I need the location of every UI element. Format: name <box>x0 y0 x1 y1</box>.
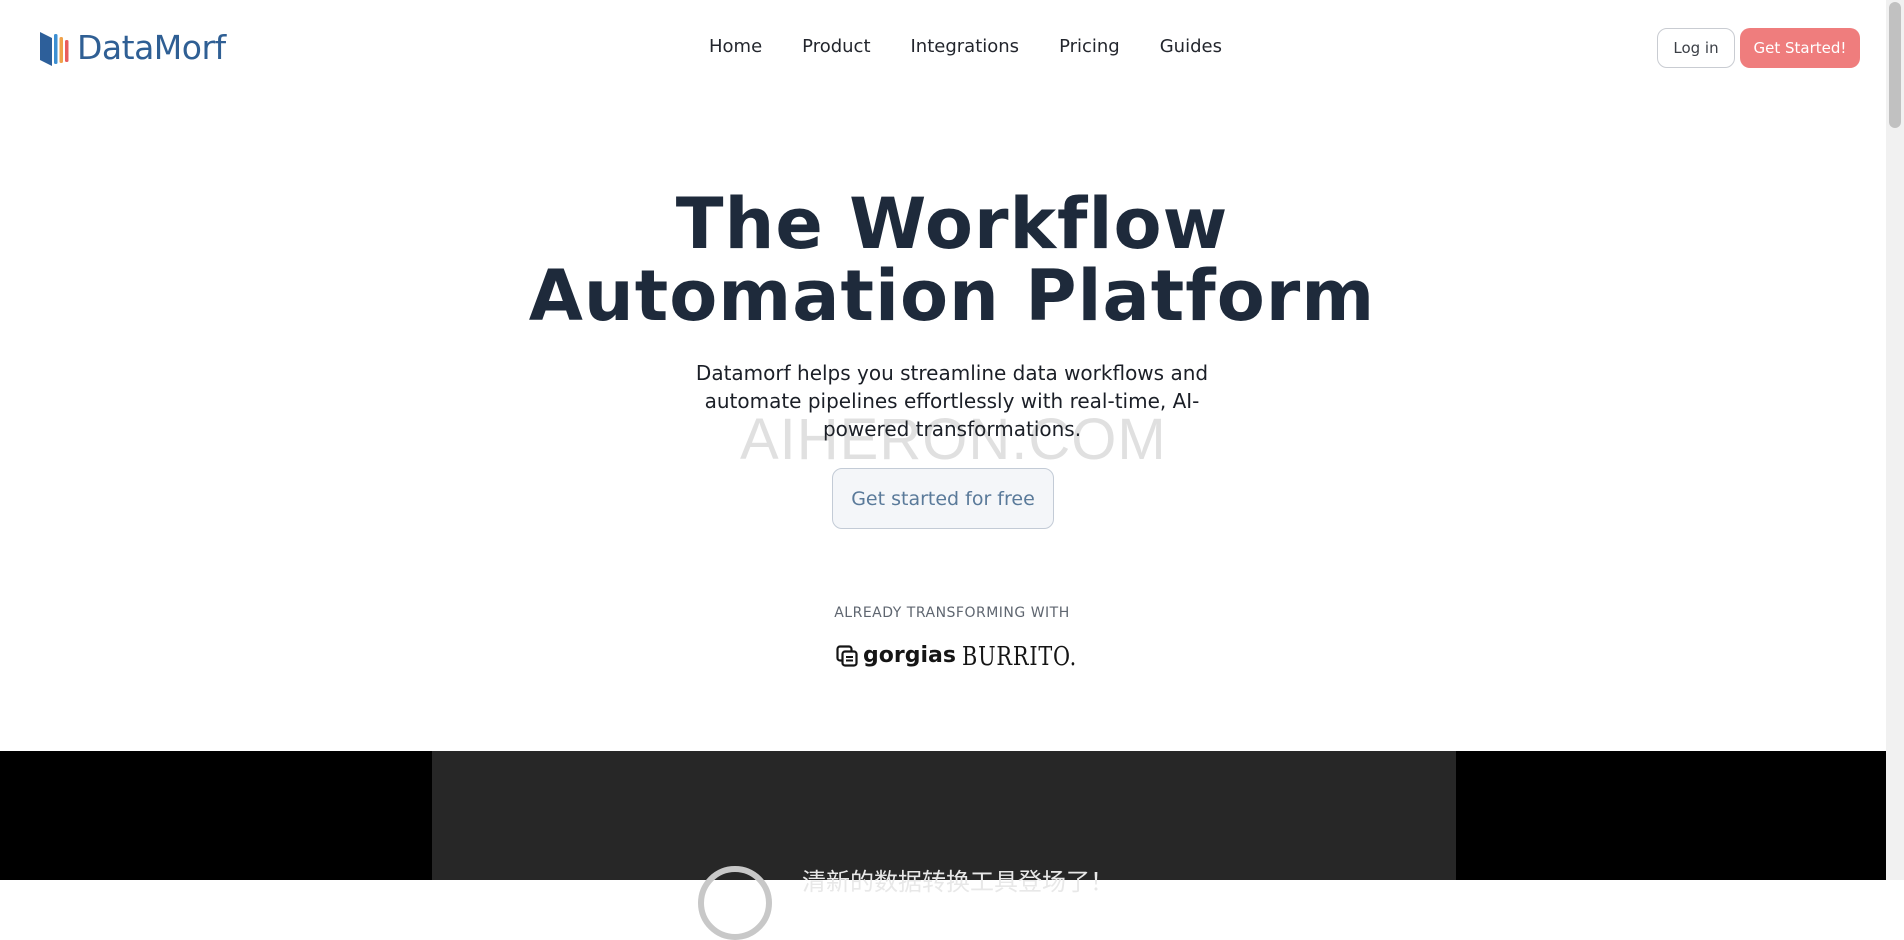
gorgias-logo-icon <box>836 645 858 667</box>
nav-item-integrations[interactable]: Integrations <box>911 36 1020 58</box>
site-header: DataMorf Home Product Integrations Prici… <box>0 0 1886 96</box>
nav-item-pricing[interactable]: Pricing <box>1059 36 1120 58</box>
get-started-button[interactable]: Get Started! <box>1740 28 1860 68</box>
video-player[interactable]: 清新的数据转换工具登场了！ <box>432 751 1456 940</box>
nav-item-product[interactable]: Product <box>802 36 870 58</box>
scrollbar-thumb[interactable] <box>1889 2 1901 128</box>
hero-title-line-2: Automation Platform <box>528 255 1376 337</box>
partner-name-gorgias: gorgias <box>863 643 956 668</box>
nav-item-home[interactable]: Home <box>709 36 762 58</box>
video-title: 清新的数据转换工具登场了！ <box>802 868 1114 896</box>
partner-logo-gorgias[interactable]: gorgias <box>836 643 956 669</box>
brand-logo[interactable]: DataMorf <box>38 28 226 68</box>
get-started-free-button[interactable]: Get started for free <box>832 468 1054 529</box>
brand-name: DataMorf <box>77 28 226 67</box>
main-nav: Home Product Integrations Pricing Guides <box>709 36 1222 58</box>
trusted-by-label: ALREADY TRANSFORMING WITH <box>834 605 1070 621</box>
video-section: 清新的数据转换工具登场了！ <box>0 751 1886 940</box>
datamorf-logo-icon <box>40 32 69 66</box>
loading-spinner-icon <box>698 866 772 940</box>
watermark: AIHERON.COM <box>740 407 1167 472</box>
page-scrollbar[interactable] <box>1886 0 1904 880</box>
hero-title: The Workflow Automation Platform <box>452 188 1452 332</box>
hero-title-line-1: The Workflow <box>675 183 1229 265</box>
partner-logo-burrito[interactable]: BURRITO. <box>962 640 1077 674</box>
partner-logos: gorgias BURRITO. <box>836 640 1076 674</box>
login-button[interactable]: Log in <box>1657 28 1735 68</box>
nav-item-guides[interactable]: Guides <box>1160 36 1222 58</box>
